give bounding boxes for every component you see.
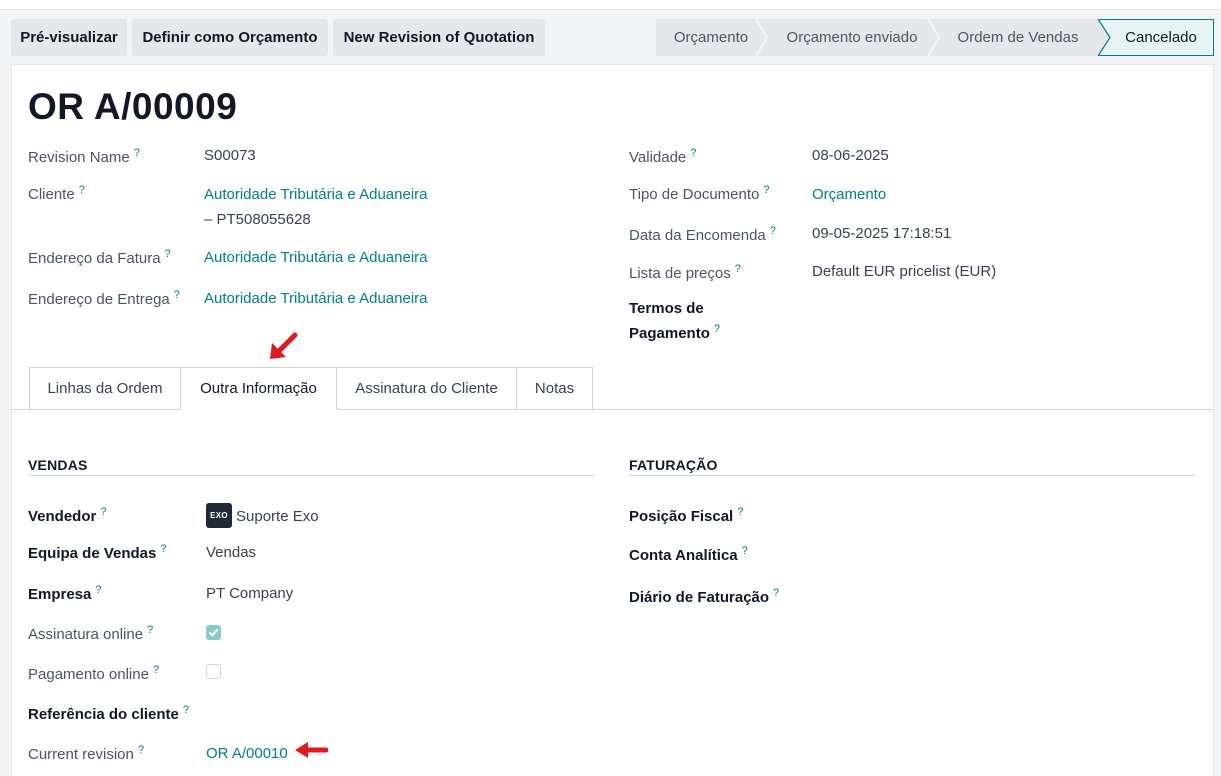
salesperson-label: Vendedor? (28, 506, 107, 525)
doc-type-label: Tipo de Documento? (629, 184, 770, 203)
customer-link[interactable]: Autoridade Tributária e Aduaneira (204, 186, 427, 203)
validity-value: 08-06-2025 (812, 147, 889, 164)
customer-label: Cliente? (28, 184, 85, 203)
current-revision-link[interactable]: OR A/00010 (206, 745, 288, 762)
payment-terms-label-line2: Pagamento? (629, 323, 720, 342)
tab-customer-signature[interactable]: Assinatura do Cliente (336, 367, 517, 410)
invoice-address-label: Endereço da Fatura? (28, 248, 171, 267)
set-quotation-button[interactable]: Definir como Orçamento (132, 19, 328, 56)
stage-label: Orçamento (673, 29, 749, 46)
record-title: OR A/00009 (28, 86, 238, 127)
order-date-value: 09-05-2025 17:18:51 (812, 225, 952, 242)
online-signature-checkbox[interactable] (206, 625, 221, 640)
doc-type-link[interactable]: Orçamento (812, 186, 886, 203)
annotation-arrow-icon (270, 332, 298, 359)
payment-terms-label: Termos de (629, 300, 704, 317)
company-label: Empresa? (28, 584, 102, 603)
delivery-address-label: Endereço de Entrega? (28, 289, 180, 308)
sales-team-value[interactable]: Vendas (206, 544, 256, 561)
chevron-separator-icon (1098, 19, 1111, 56)
top-strip (0, 0, 1221, 10)
sales-team-label: Equipa de Vendas? (28, 543, 167, 562)
annotation-arrow-icon (295, 742, 328, 758)
analytic-account-label: Conta Analítica? (629, 545, 748, 564)
customer-vat: – PT508055628 (204, 211, 311, 228)
invoicing-section-title: FATURAÇÃO (629, 457, 718, 473)
tab-other-info[interactable]: Outra Informação (180, 367, 337, 410)
invoicing-divider (629, 475, 1195, 476)
invoicing-journal-label: Diário de Faturação? (629, 587, 780, 606)
chevron-separator-icon (755, 19, 768, 56)
status-bar: Orçamento Orçamento enviado Ordem de Ven… (656, 19, 1214, 56)
sales-divider (28, 475, 594, 476)
tab-order-lines[interactable]: Linhas da Ordem (29, 367, 181, 410)
online-payment-checkbox[interactable] (206, 664, 221, 679)
stage-quotation-sent[interactable]: Orçamento enviado (766, 19, 940, 56)
invoice-address-link[interactable]: Autoridade Tributária e Aduaneira (204, 249, 427, 266)
stage-quotation[interactable]: Orçamento (656, 19, 768, 56)
new-revision-button[interactable]: New Revision of Quotation (333, 19, 545, 56)
revision-name-label: Revision Name? (28, 147, 140, 166)
stage-label: Orçamento enviado (786, 29, 918, 46)
stage-label: Cancelado (1125, 29, 1197, 46)
stage-label: Ordem de Vendas (957, 29, 1079, 46)
fiscal-position-label: Posição Fiscal? (629, 506, 744, 525)
avatar: EXO (206, 503, 232, 528)
current-revision-label: Current revision? (28, 744, 144, 763)
stage-cancelled[interactable]: Cancelado (1098, 19, 1214, 56)
online-payment-label: Pagamento online? (28, 664, 160, 683)
delivery-address-link[interactable]: Autoridade Tributária e Aduaneira (204, 290, 427, 307)
client-reference-label: Referência do cliente? (28, 704, 190, 723)
chevron-separator-icon (927, 19, 940, 56)
online-signature-label: Assinatura online? (28, 624, 154, 643)
company-value[interactable]: PT Company (206, 585, 293, 602)
checkmark-icon (208, 628, 219, 637)
form-sheet (11, 64, 1214, 776)
preview-button[interactable]: Pré-visualizar (11, 19, 127, 56)
stage-sales-order[interactable]: Ordem de Vendas (938, 19, 1098, 56)
validity-label: Validade? (629, 147, 697, 166)
revision-name-value: S00073 (204, 147, 256, 164)
tab-notes[interactable]: Notas (516, 367, 593, 410)
pricelist-value: Default EUR pricelist (EUR) (812, 263, 997, 280)
sales-section-title: VENDAS (28, 457, 88, 473)
order-date-label: Data da Encomenda? (629, 225, 776, 244)
salesperson-value[interactable]: Suporte Exo (236, 508, 319, 525)
pricelist-label: Lista de preços? (629, 263, 741, 282)
